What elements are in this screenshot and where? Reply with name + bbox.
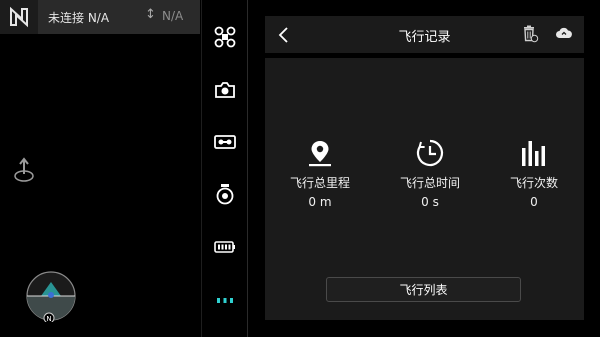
divider bbox=[247, 0, 248, 337]
more-icon[interactable] bbox=[212, 287, 238, 313]
stat-label: 飞行总里程 bbox=[289, 176, 350, 190]
stat-value: 0 s bbox=[421, 195, 439, 209]
stat-total-time: 飞行总时间 0 s bbox=[385, 138, 475, 209]
app-logo-icon[interactable] bbox=[0, 0, 38, 34]
side-toolbar bbox=[202, 0, 247, 337]
recorder-icon[interactable] bbox=[212, 129, 238, 155]
stat-flight-count: 飞行次数 0 bbox=[489, 138, 579, 209]
compass-north-label: N bbox=[46, 315, 51, 322]
home-location-icon[interactable] bbox=[12, 156, 36, 186]
connection-status: 未连接 N/A bbox=[48, 11, 110, 25]
delete-records-button[interactable] bbox=[521, 25, 539, 43]
stat-label: 飞行总时间 bbox=[399, 176, 460, 190]
stat-value: 0 bbox=[530, 195, 538, 209]
flight-records-panel: 飞行总里程 0 m 飞行总时间 0 s 飞行次数 0 飞行列表 bbox=[265, 58, 584, 320]
drone-icon[interactable] bbox=[212, 24, 238, 50]
altitude-value: N/A bbox=[162, 9, 184, 23]
status-bar: 未连接 N/A ↕ N/A bbox=[0, 0, 200, 34]
bar-chart-icon bbox=[522, 141, 545, 166]
cloud-sync-button[interactable] bbox=[555, 25, 573, 43]
stat-value: 0 m bbox=[308, 195, 332, 209]
location-pin-icon bbox=[309, 141, 331, 167]
camera-icon[interactable] bbox=[212, 77, 238, 103]
battery-icon[interactable] bbox=[212, 234, 238, 260]
attitude-compass[interactable]: N bbox=[25, 270, 77, 324]
flight-list-button[interactable]: 飞行列表 bbox=[326, 277, 521, 302]
altitude-icon: ↕ bbox=[145, 7, 156, 22]
panel-header: 飞行记录 bbox=[265, 16, 584, 53]
stat-label: 飞行次数 bbox=[509, 176, 558, 190]
stat-total-distance: 飞行总里程 0 m bbox=[275, 138, 365, 209]
gimbal-icon[interactable] bbox=[212, 181, 238, 207]
timer-icon bbox=[416, 139, 444, 167]
